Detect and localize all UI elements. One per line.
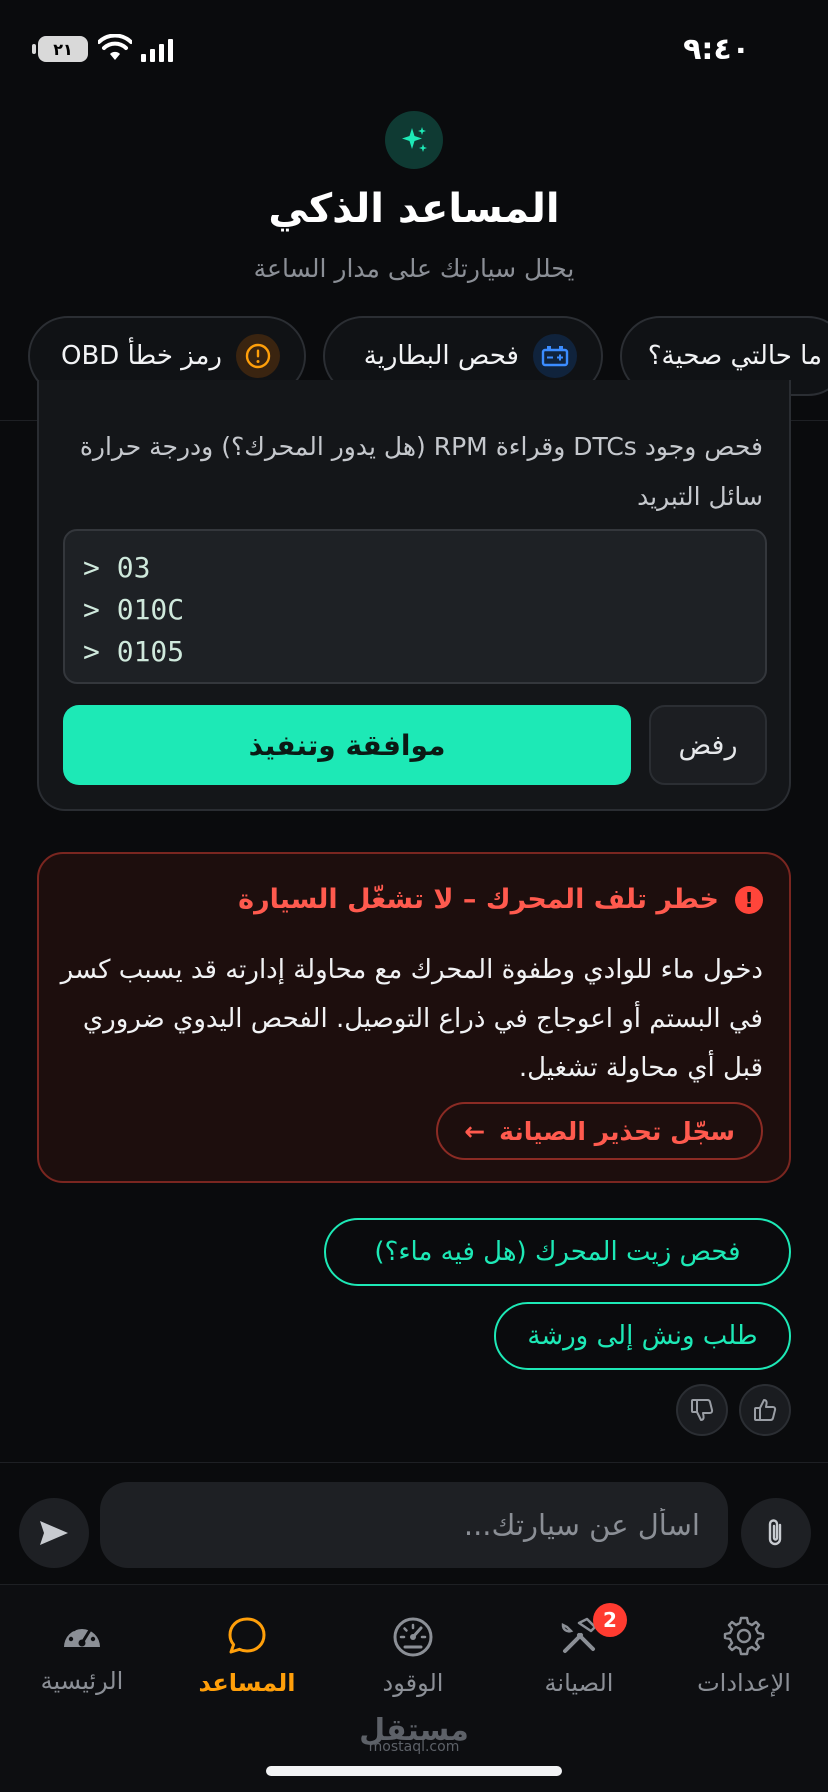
paperclip-icon bbox=[768, 1519, 782, 1546]
home-indicator bbox=[266, 1766, 562, 1776]
tab-label: الرئيسية bbox=[40, 1667, 124, 1695]
tab-label: الصيانة bbox=[544, 1669, 614, 1697]
chip-label: ما حالتي صحية؟ bbox=[647, 341, 822, 371]
chat-bubble-icon bbox=[228, 1617, 266, 1654]
log-maintenance-warning-button[interactable]: سجّل تحذير الصيانة ← bbox=[436, 1102, 763, 1160]
action-label: سجّل تحذير الصيانة bbox=[499, 1116, 735, 1146]
gear-icon bbox=[723, 1616, 765, 1656]
tab-home[interactable]: الرئيسية bbox=[0, 1615, 164, 1715]
reject-button[interactable]: رفض bbox=[649, 705, 767, 785]
tab-label: الإعدادات bbox=[697, 1669, 791, 1697]
command-code-block: > 03 > 010C > 0105 bbox=[63, 529, 767, 684]
command-line: > 010C bbox=[83, 593, 185, 626]
gauge-icon bbox=[64, 1622, 100, 1647]
approval-description: فحص وجود DTCs وقراءة RPM (هل يدور المحرك… bbox=[79, 432, 763, 511]
arrow-left-icon: ← bbox=[464, 1116, 486, 1146]
maintenance-badge: 2 bbox=[593, 1603, 627, 1637]
tab-assistant[interactable]: المساعد bbox=[165, 1615, 329, 1715]
chip-label: رمز خطأ OBD bbox=[60, 341, 222, 371]
danger-header: ! خطر تلف المحرك – لا تشغّل السيارة bbox=[238, 884, 763, 915]
send-button[interactable] bbox=[19, 1498, 89, 1568]
battery-icon: ٢١ bbox=[32, 36, 88, 62]
suggestion-request-tow[interactable]: طلب ونش إلى ورشة bbox=[494, 1302, 791, 1370]
status-time: ٩:٤٠ bbox=[683, 32, 750, 67]
page-title: المساعد الذكي bbox=[268, 186, 560, 232]
suggestion-check-oil[interactable]: فحص زيت المحرك (هل فيه ماء؟) bbox=[324, 1218, 791, 1286]
chip-label: فحص البطارية bbox=[363, 341, 519, 371]
signal-icon bbox=[141, 39, 173, 62]
tab-label: الوقود bbox=[382, 1669, 444, 1697]
divider bbox=[0, 1462, 828, 1463]
speedometer-icon bbox=[393, 1617, 433, 1657]
approve-execute-button[interactable]: موافقة وتنفيذ bbox=[63, 705, 631, 785]
wifi-icon bbox=[98, 34, 132, 60]
alert-icon: ! bbox=[735, 885, 763, 914]
tab-bar: الرئيسية المساعد الوقود 2 الصيانة الإعدا… bbox=[0, 1584, 828, 1792]
danger-title: خطر تلف المحرك – لا تشغّل السيارة bbox=[238, 884, 719, 915]
attach-button[interactable] bbox=[741, 1498, 811, 1568]
engine-danger-card: ! خطر تلف المحرك – لا تشغّل السيارة دخول… bbox=[37, 852, 791, 1183]
command-line: > 03 bbox=[83, 551, 151, 584]
watermark-url: mostaql.com bbox=[368, 1739, 460, 1755]
thumbs-up-button[interactable] bbox=[739, 1384, 791, 1436]
battery-icon bbox=[533, 334, 577, 378]
send-icon bbox=[40, 1521, 68, 1545]
message-input[interactable] bbox=[100, 1482, 728, 1568]
alert-circle-icon bbox=[236, 334, 280, 378]
tab-maintenance[interactable]: 2 الصيانة bbox=[497, 1603, 661, 1715]
status-bar: ٢١ ٩:٤٠ bbox=[0, 0, 828, 100]
tab-label: المساعد bbox=[198, 1669, 296, 1697]
page-subtitle: يحلل سيارتك على مدار الساعة bbox=[253, 254, 575, 283]
sparkles-icon bbox=[385, 111, 443, 169]
danger-body: دخول ماء للوادي وطفوة المحرك مع محاولة إ… bbox=[60, 955, 763, 1083]
tab-settings[interactable]: الإعدادات bbox=[662, 1615, 826, 1715]
thumbs-down-button[interactable] bbox=[676, 1384, 728, 1436]
thumbs-down-icon bbox=[691, 1399, 714, 1421]
thumbs-up-icon bbox=[754, 1399, 777, 1421]
tab-fuel[interactable]: الوقود bbox=[331, 1615, 495, 1715]
command-approval-card: فحص وجود DTCs وقراءة RPM (هل يدور المحرك… bbox=[37, 380, 791, 811]
command-line: > 0105 bbox=[83, 635, 185, 668]
